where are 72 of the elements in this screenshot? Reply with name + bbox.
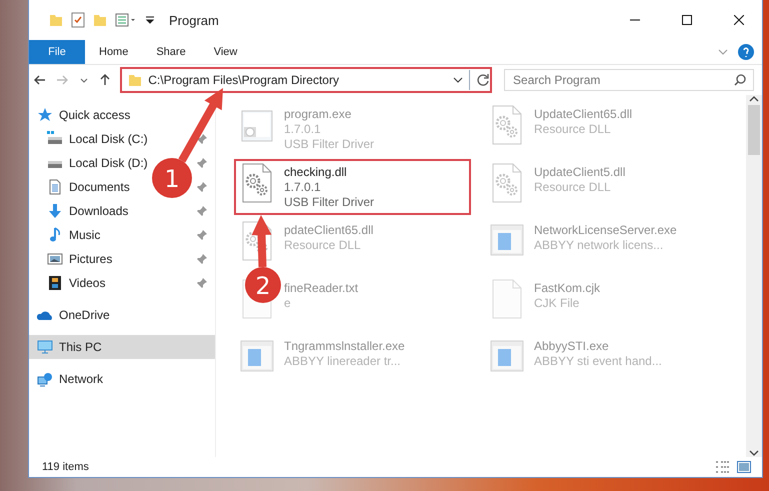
- file-detail: 1.7.0.1: [284, 122, 321, 136]
- document-icon: [47, 179, 63, 195]
- download-arrow-icon: [47, 203, 63, 219]
- sidebar-item[interactable]: Music: [29, 223, 104, 247]
- close-icon: [734, 15, 744, 25]
- star-icon: [37, 107, 53, 123]
- ribbon-tab[interactable]: Home: [85, 40, 142, 64]
- network-icon: [37, 371, 53, 387]
- sidebar-item[interactable]: Documents: [29, 175, 134, 199]
- film-icon: [47, 275, 63, 291]
- file-detail: ABBYY sti event hand...: [534, 354, 662, 368]
- sidebar-item[interactable]: Quick access: [29, 103, 134, 127]
- dropdown-icon[interactable]: [145, 15, 155, 25]
- window-title: Program: [169, 12, 220, 28]
- back-arrow-icon: [34, 74, 46, 86]
- checklist-icon[interactable]: [71, 12, 85, 28]
- chevron-down-icon[interactable]: [718, 49, 728, 55]
- refresh-icon[interactable]: [476, 73, 490, 87]
- file-detail: e: [284, 296, 291, 310]
- step-number-badge: 2: [245, 267, 281, 303]
- forward-arrow-icon: [56, 74, 68, 86]
- file-detail: ABBYY network licens...: [534, 238, 664, 252]
- file-detail: CJK File: [534, 296, 580, 310]
- sidebar-item[interactable]: OneDrive: [29, 303, 114, 327]
- gear-document-icon: [490, 163, 524, 203]
- picture-icon: [737, 461, 751, 473]
- file-detail: Resource DLL: [534, 122, 611, 136]
- file-name[interactable]: checking.dll: [284, 165, 347, 179]
- search-field[interactable]: Search Program: [504, 69, 754, 91]
- scrollbar[interactable]: [746, 95, 762, 457]
- folder-icon[interactable]: [93, 13, 107, 27]
- details-view-icon: [715, 461, 731, 473]
- gear-document-icon: [490, 105, 524, 145]
- file-detail: USB Filter Driver: [284, 195, 374, 209]
- file-detail: ABBYY linereader tr...: [284, 354, 401, 368]
- picture-icon: [47, 251, 63, 267]
- ribbon-tab[interactable]: View: [200, 40, 252, 64]
- step-number-badge: 1: [152, 158, 192, 198]
- properties-icon[interactable]: [115, 13, 137, 27]
- help-icon[interactable]: [738, 44, 754, 60]
- sidebar-item[interactable]: This PC: [29, 335, 215, 359]
- search-icon: [734, 74, 746, 86]
- address-bar[interactable]: C:\Program Files\Program Directory: [120, 67, 492, 93]
- file-menu-button[interactable]: File: [29, 40, 85, 64]
- blank-document-icon: [490, 279, 524, 319]
- folder-icon: [128, 73, 142, 87]
- file-detail: USB Filter Driver: [284, 137, 374, 151]
- drive-icon: [47, 131, 63, 147]
- sidebar-item[interactable]: Local Disk (D:): [29, 151, 152, 175]
- chevron-down-icon: [453, 77, 464, 83]
- sidebar-item[interactable]: Network: [29, 367, 108, 391]
- maximize-icon: [682, 15, 692, 25]
- file-detail: 1.7.0.1: [284, 180, 321, 194]
- sidebar-item[interactable]: Local Disk (C:): [29, 127, 152, 151]
- sidebar-item[interactable]: Pictures: [29, 247, 116, 271]
- large-icons-view-button[interactable]: [734, 461, 754, 473]
- chevron-up-icon: [749, 95, 759, 103]
- folder-icon[interactable]: [49, 13, 63, 27]
- up-arrow-icon: [99, 74, 112, 86]
- music-note-icon: [47, 227, 63, 243]
- file-detail: Resource DLL: [284, 238, 361, 252]
- ribbon-tab[interactable]: Share: [142, 40, 200, 64]
- chevron-down-icon: [749, 449, 759, 457]
- monitor-icon: [37, 339, 53, 355]
- address-path: C:\Program Files\Program Directory: [148, 73, 340, 87]
- sidebar-item[interactable]: Downloads: [29, 199, 132, 223]
- item-count: 119 items: [42, 461, 90, 473]
- scrollbar-thumb[interactable]: [748, 105, 760, 155]
- annotation-arrow: [252, 215, 272, 268]
- sidebar-item[interactable]: Videos: [29, 271, 110, 295]
- gear-document-icon: [240, 163, 274, 203]
- file-detail: Resource DLL: [534, 180, 611, 194]
